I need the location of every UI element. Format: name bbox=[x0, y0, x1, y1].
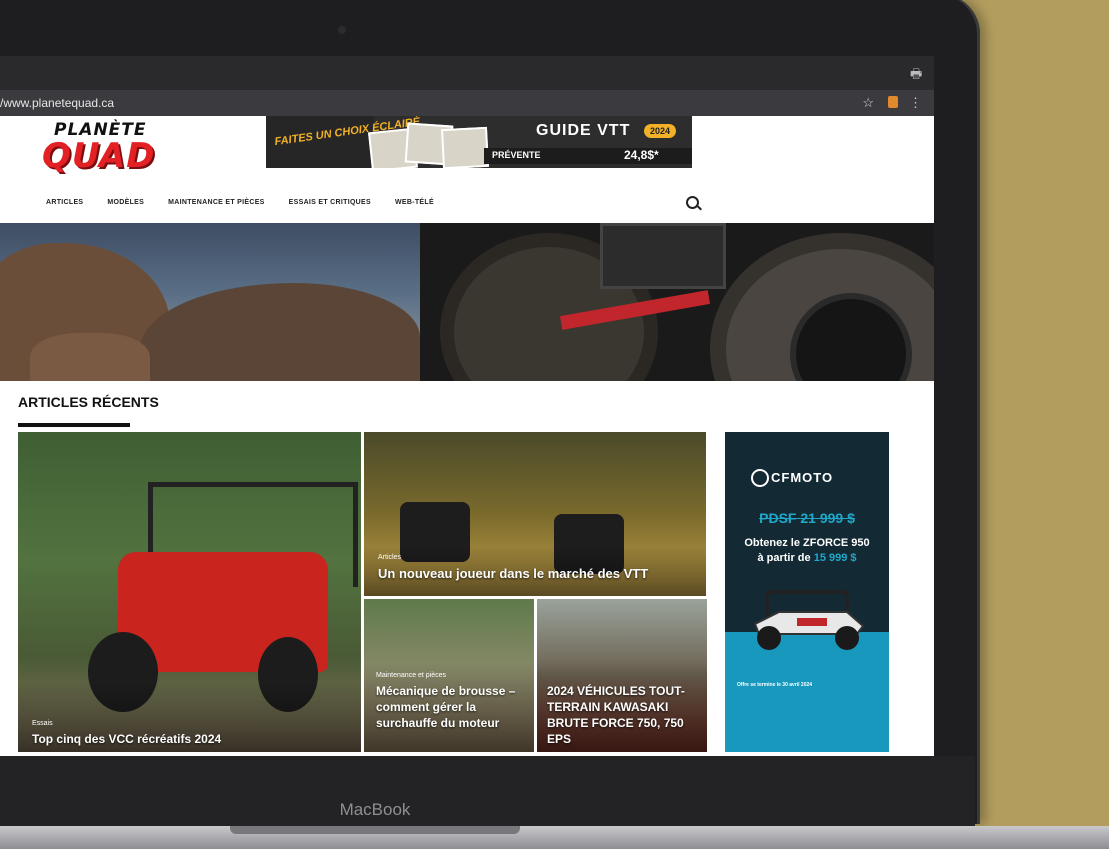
rock-shape bbox=[140, 283, 420, 381]
ad-brand: CFMOTO bbox=[771, 470, 834, 485]
search-icon[interactable] bbox=[686, 196, 699, 209]
cfmoto-logo-icon bbox=[751, 469, 769, 487]
url-text[interactable]: /www.planetequad.ca bbox=[0, 96, 114, 110]
nav-modeles[interactable]: MODÈLES bbox=[107, 199, 144, 213]
printer-icon[interactable]: 🖶 bbox=[910, 65, 924, 81]
ad-line1: Obtenez le ZFORCE 950 bbox=[744, 537, 870, 549]
laptop-screen: 🖶 /www.planetequad.ca ☆ ⋮ PLANÈTE QUAD F… bbox=[0, 56, 934, 756]
site-logo[interactable]: PLANÈTE QUAD bbox=[42, 120, 192, 180]
atv-grille bbox=[600, 223, 726, 289]
ad-offer: Obtenez le ZFORCE 950 à partir de 15 999… bbox=[725, 536, 889, 566]
web-page: PLANÈTE QUAD FAITES UN CHOIX ÉCLAIRÉ GUI… bbox=[0, 116, 934, 756]
article-title[interactable]: Mécanique de brousse – comment gérer la … bbox=[376, 683, 526, 731]
banner-year-badge: 2024 bbox=[644, 124, 677, 138]
hero-image bbox=[0, 223, 934, 381]
ad-old-price: PDSF 21 999 $ bbox=[759, 510, 855, 526]
bookmark-star-icon[interactable]: ☆ bbox=[862, 95, 874, 111]
article-category[interactable]: Essais bbox=[32, 720, 53, 727]
article-title[interactable]: 2024 VÉHICULES TOUT-TERRAIN KAWASAKI BRU… bbox=[547, 683, 697, 747]
article-card[interactable]: Maintenance et pièces Mécanique de brous… bbox=[364, 599, 534, 752]
article-category[interactable]: Maintenance et pièces bbox=[376, 672, 446, 679]
ad-line2: à partir de 15 999 $ bbox=[725, 551, 889, 566]
header-banner-ad[interactable]: FAITES UN CHOIX ÉCLAIRÉ GUIDE VTT 2024 P… bbox=[266, 116, 692, 168]
article-card[interactable]: Articles Un nouveau joueur dans le march… bbox=[364, 432, 706, 596]
webcam bbox=[338, 26, 346, 34]
nav-maintenance[interactable]: MAINTENANCE ET PIÈCES bbox=[168, 199, 265, 213]
ad-fine-print: Offre se termine le 30 avril 2024 bbox=[737, 682, 813, 688]
banner-presale: PRÉVENTE bbox=[492, 150, 541, 160]
section-underline bbox=[18, 423, 130, 427]
main-nav: ARTICLES MODÈLES MAINTENANCE ET PIÈCES E… bbox=[46, 199, 458, 213]
extension-icon[interactable] bbox=[888, 96, 898, 108]
utv-illustration bbox=[753, 590, 865, 650]
browser-titlebar: 🖶 bbox=[0, 56, 934, 90]
laptop-base bbox=[0, 826, 1109, 849]
nav-web-tele[interactable]: WEB-TÉLÉ bbox=[395, 199, 434, 213]
address-bar[interactable]: /www.planetequad.ca ☆ ⋮ bbox=[0, 90, 934, 116]
logo-main-text: QUAD bbox=[42, 136, 156, 176]
ad-new-price: 15 999 $ bbox=[813, 552, 857, 564]
banner-magazines bbox=[368, 120, 490, 168]
banner-price: 24,8$* bbox=[624, 148, 659, 162]
section-title: ARTICLES RÉCENTS bbox=[18, 394, 159, 410]
nav-essais[interactable]: ESSAIS ET CRITIQUES bbox=[289, 199, 371, 213]
article-category[interactable]: Articles bbox=[378, 554, 401, 561]
article-title[interactable]: Un nouveau joueur dans le marché des VTT bbox=[378, 566, 698, 581]
sidebar-ad[interactable]: CFMOTO PDSF 21 999 $ Obtenez le ZFORCE 9… bbox=[725, 432, 889, 752]
article-card[interactable]: 2024 VÉHICULES TOUT-TERRAIN KAWASAKI BRU… bbox=[537, 599, 707, 752]
rock-shape bbox=[30, 333, 150, 381]
article-title[interactable]: Top cinq des VCC récréatifs 2024 bbox=[32, 732, 352, 746]
nav-articles[interactable]: ARTICLES bbox=[46, 199, 83, 213]
browser-menu-icon[interactable]: ⋮ bbox=[909, 95, 922, 111]
article-card[interactable]: Essais Top cinq des VCC récréatifs 2024 bbox=[18, 432, 361, 752]
magazine-cover bbox=[440, 126, 490, 168]
banner-title: GUIDE VTT bbox=[536, 122, 631, 139]
ad-line2-prefix: à partir de bbox=[757, 552, 814, 564]
laptop-notch bbox=[230, 826, 520, 834]
macbook-label: MacBook bbox=[339, 800, 411, 819]
laptop-chin bbox=[0, 756, 975, 826]
